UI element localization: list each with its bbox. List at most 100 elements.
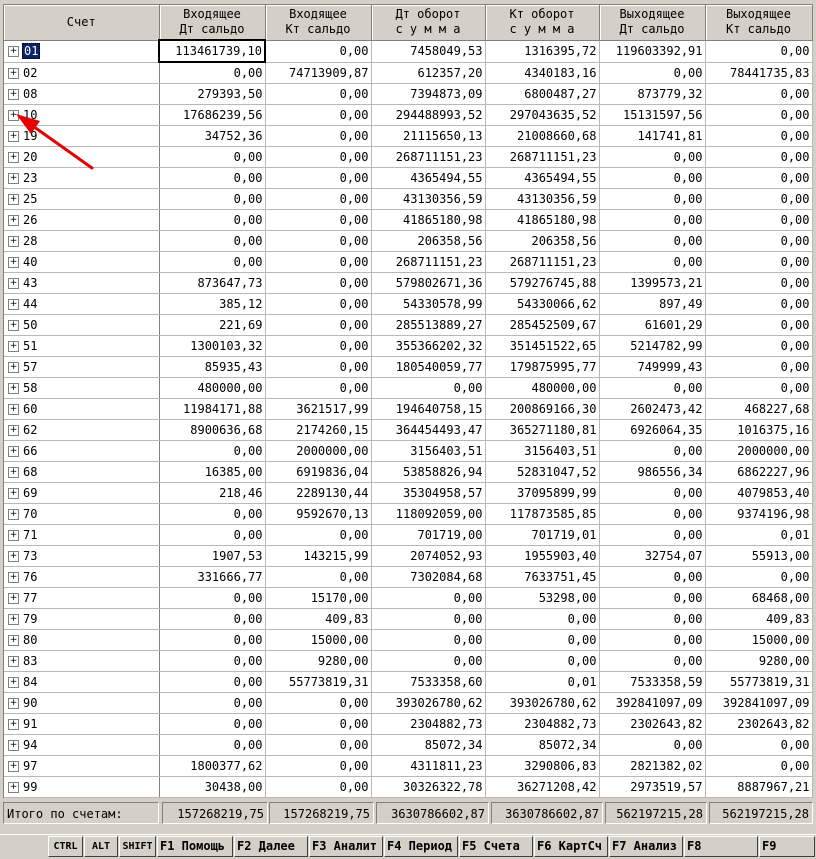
opening-debit-cell[interactable]: 113461739,10 <box>158 39 266 63</box>
closing-credit-cell[interactable]: 0,00 <box>705 209 813 231</box>
header-closing-debit[interactable]: Выходящее Дт сальдо <box>599 5 706 41</box>
table-row[interactable]: +68 16385,00 6919836,04 53858826,94 52831047… <box>4 461 813 483</box>
opening-debit-cell[interactable]: 221,69 <box>159 314 266 336</box>
debit-turnover-cell[interactable]: 612357,20 <box>371 62 486 84</box>
account-cell[interactable]: +60 <box>4 398 160 420</box>
credit-turnover-cell[interactable]: 297043635,52 <box>485 104 600 126</box>
credit-turnover-cell[interactable]: 36271208,42 <box>485 776 600 798</box>
closing-credit-cell[interactable]: 0,00 <box>705 188 813 210</box>
debit-turnover-cell[interactable]: 0,00 <box>371 629 486 651</box>
opening-credit-cell[interactable]: 0,00 <box>265 713 372 735</box>
closing-debit-cell[interactable]: 7533358,59 <box>599 671 706 693</box>
expand-plus-icon[interactable]: + <box>8 403 19 415</box>
expand-plus-icon[interactable]: + <box>8 109 19 121</box>
debit-turnover-cell[interactable]: 701719,00 <box>371 524 486 546</box>
opening-credit-cell[interactable]: 0,00 <box>265 104 372 126</box>
closing-credit-cell[interactable]: 0,00 <box>705 146 813 168</box>
closing-credit-cell[interactable]: 0,01 <box>705 524 813 546</box>
opening-debit-cell[interactable]: 34752,36 <box>159 125 266 147</box>
opening-debit-cell[interactable]: 0,00 <box>159 167 266 189</box>
f2-next-button[interactable]: F2 Далее <box>234 836 308 857</box>
opening-credit-cell[interactable]: 9280,00 <box>265 650 372 672</box>
account-cell[interactable]: +73 <box>4 545 160 567</box>
account-cell[interactable]: +02 <box>4 62 160 84</box>
f1-help-button[interactable]: F1 Помощь <box>157 836 233 857</box>
table-row[interactable]: +69 218,46 2289130,44 35304958,57 37095899,9… <box>4 482 813 504</box>
credit-turnover-cell[interactable]: 85072,34 <box>485 734 600 756</box>
opening-credit-cell[interactable]: 0,00 <box>265 125 372 147</box>
credit-turnover-cell[interactable]: 3290806,83 <box>485 755 600 777</box>
account-cell[interactable]: +97 <box>4 755 160 777</box>
opening-credit-cell[interactable]: 0,00 <box>265 209 372 231</box>
debit-turnover-cell[interactable]: 268711151,23 <box>371 251 486 273</box>
f3-analytics-button[interactable]: F3 Аналит <box>309 836 383 857</box>
account-cell[interactable]: +58 <box>4 377 160 399</box>
closing-debit-cell[interactable]: 6926064,35 <box>599 419 706 441</box>
expand-plus-icon[interactable]: + <box>8 487 19 499</box>
table-row[interactable]: +60 11984171,88 3621517,99 194640758,15 2008… <box>4 398 813 420</box>
table-row[interactable]: +50 221,69 0,00 285513889,27 285452509,67 616… <box>4 314 813 336</box>
account-cell[interactable]: +90 <box>4 692 160 714</box>
credit-turnover-cell[interactable]: 179875995,77 <box>485 356 600 378</box>
header-credit-turnover[interactable]: Кт оборот с у м м а <box>485 5 600 41</box>
account-cell[interactable]: +77 <box>4 587 160 609</box>
table-row[interactable]: +90 0,00 0,00 393026780,62 393026780,62 39284… <box>4 692 813 714</box>
credit-turnover-cell[interactable]: 268711151,23 <box>485 146 600 168</box>
expand-plus-icon[interactable]: + <box>8 319 19 331</box>
opening-debit-cell[interactable]: 0,00 <box>159 251 266 273</box>
closing-debit-cell[interactable]: 0,00 <box>599 167 706 189</box>
closing-debit-cell[interactable]: 0,00 <box>599 209 706 231</box>
credit-turnover-cell[interactable]: 117873585,85 <box>485 503 600 525</box>
account-cell[interactable]: +20 <box>4 146 160 168</box>
account-cell[interactable]: +26 <box>4 209 160 231</box>
table-row[interactable]: +58 480000,00 0,00 0,00 480000,00 0,00 0,00 <box>4 377 813 399</box>
opening-credit-cell[interactable]: 0,00 <box>265 272 372 294</box>
expand-plus-icon[interactable]: + <box>8 634 19 646</box>
table-row[interactable]: +99 30438,00 0,00 30326322,78 36271208,42 297… <box>4 776 813 798</box>
credit-turnover-cell[interactable]: 701719,01 <box>485 524 600 546</box>
table-row[interactable]: +83 0,00 9280,00 0,00 0,00 0,00 9280,00 <box>4 650 813 672</box>
closing-credit-cell[interactable]: 0,00 <box>705 251 813 273</box>
opening-credit-cell[interactable]: 143215,99 <box>265 545 372 567</box>
closing-debit-cell[interactable]: 873779,32 <box>599 83 706 105</box>
account-cell[interactable]: +19 <box>4 125 160 147</box>
account-cell[interactable]: +43 <box>4 272 160 294</box>
opening-debit-cell[interactable]: 218,46 <box>159 482 266 504</box>
opening-debit-cell[interactable]: 85935,43 <box>159 356 266 378</box>
expand-plus-icon[interactable]: + <box>8 361 19 373</box>
debit-turnover-cell[interactable]: 21115650,13 <box>371 125 486 147</box>
opening-debit-cell[interactable]: 0,00 <box>159 671 266 693</box>
closing-debit-cell[interactable]: 141741,81 <box>599 125 706 147</box>
closing-credit-cell[interactable]: 0,00 <box>705 755 813 777</box>
table-row[interactable]: +57 85935,43 0,00 180540059,77 179875995,77 7… <box>4 356 813 378</box>
table-row[interactable]: +91 0,00 0,00 2304882,73 2304882,73 2302643,8… <box>4 713 813 735</box>
closing-credit-cell[interactable]: 0,00 <box>705 83 813 105</box>
opening-debit-cell[interactable]: 0,00 <box>159 209 266 231</box>
opening-credit-cell[interactable]: 6919836,04 <box>265 461 372 483</box>
table-row[interactable]: +25 0,00 0,00 43130356,59 43130356,59 0,00 0,0… <box>4 188 813 210</box>
closing-credit-cell[interactable]: 1016375,16 <box>705 419 813 441</box>
debit-turnover-cell[interactable]: 194640758,15 <box>371 398 486 420</box>
opening-debit-cell[interactable]: 0,00 <box>159 692 266 714</box>
opening-credit-cell[interactable]: 0,00 <box>265 356 372 378</box>
expand-plus-icon[interactable]: + <box>8 277 19 289</box>
opening-debit-cell[interactable]: 11984171,88 <box>159 398 266 420</box>
account-cell[interactable]: +94 <box>4 734 160 756</box>
expand-plus-icon[interactable]: + <box>8 256 19 268</box>
opening-credit-cell[interactable]: 15170,00 <box>265 587 372 609</box>
account-cell[interactable]: +40 <box>4 251 160 273</box>
closing-debit-cell[interactable]: 15131597,56 <box>599 104 706 126</box>
opening-credit-cell[interactable]: 0,00 <box>265 335 372 357</box>
credit-turnover-cell[interactable]: 285452509,67 <box>485 314 600 336</box>
expand-plus-icon[interactable]: + <box>8 655 19 667</box>
opening-debit-cell[interactable]: 873647,73 <box>159 272 266 294</box>
expand-plus-icon[interactable]: + <box>8 508 19 520</box>
debit-turnover-cell[interactable]: 579802671,36 <box>371 272 486 294</box>
opening-debit-cell[interactable]: 8900636,68 <box>159 419 266 441</box>
account-cell[interactable]: +99 <box>4 776 160 798</box>
table-row[interactable]: +40 0,00 0,00 268711151,23 268711151,23 0,00 0… <box>4 251 813 273</box>
opening-credit-cell[interactable]: 9592670,13 <box>265 503 372 525</box>
closing-credit-cell[interactable]: 9280,00 <box>705 650 813 672</box>
expand-plus-icon[interactable]: + <box>8 340 19 352</box>
credit-turnover-cell[interactable]: 1955903,40 <box>485 545 600 567</box>
